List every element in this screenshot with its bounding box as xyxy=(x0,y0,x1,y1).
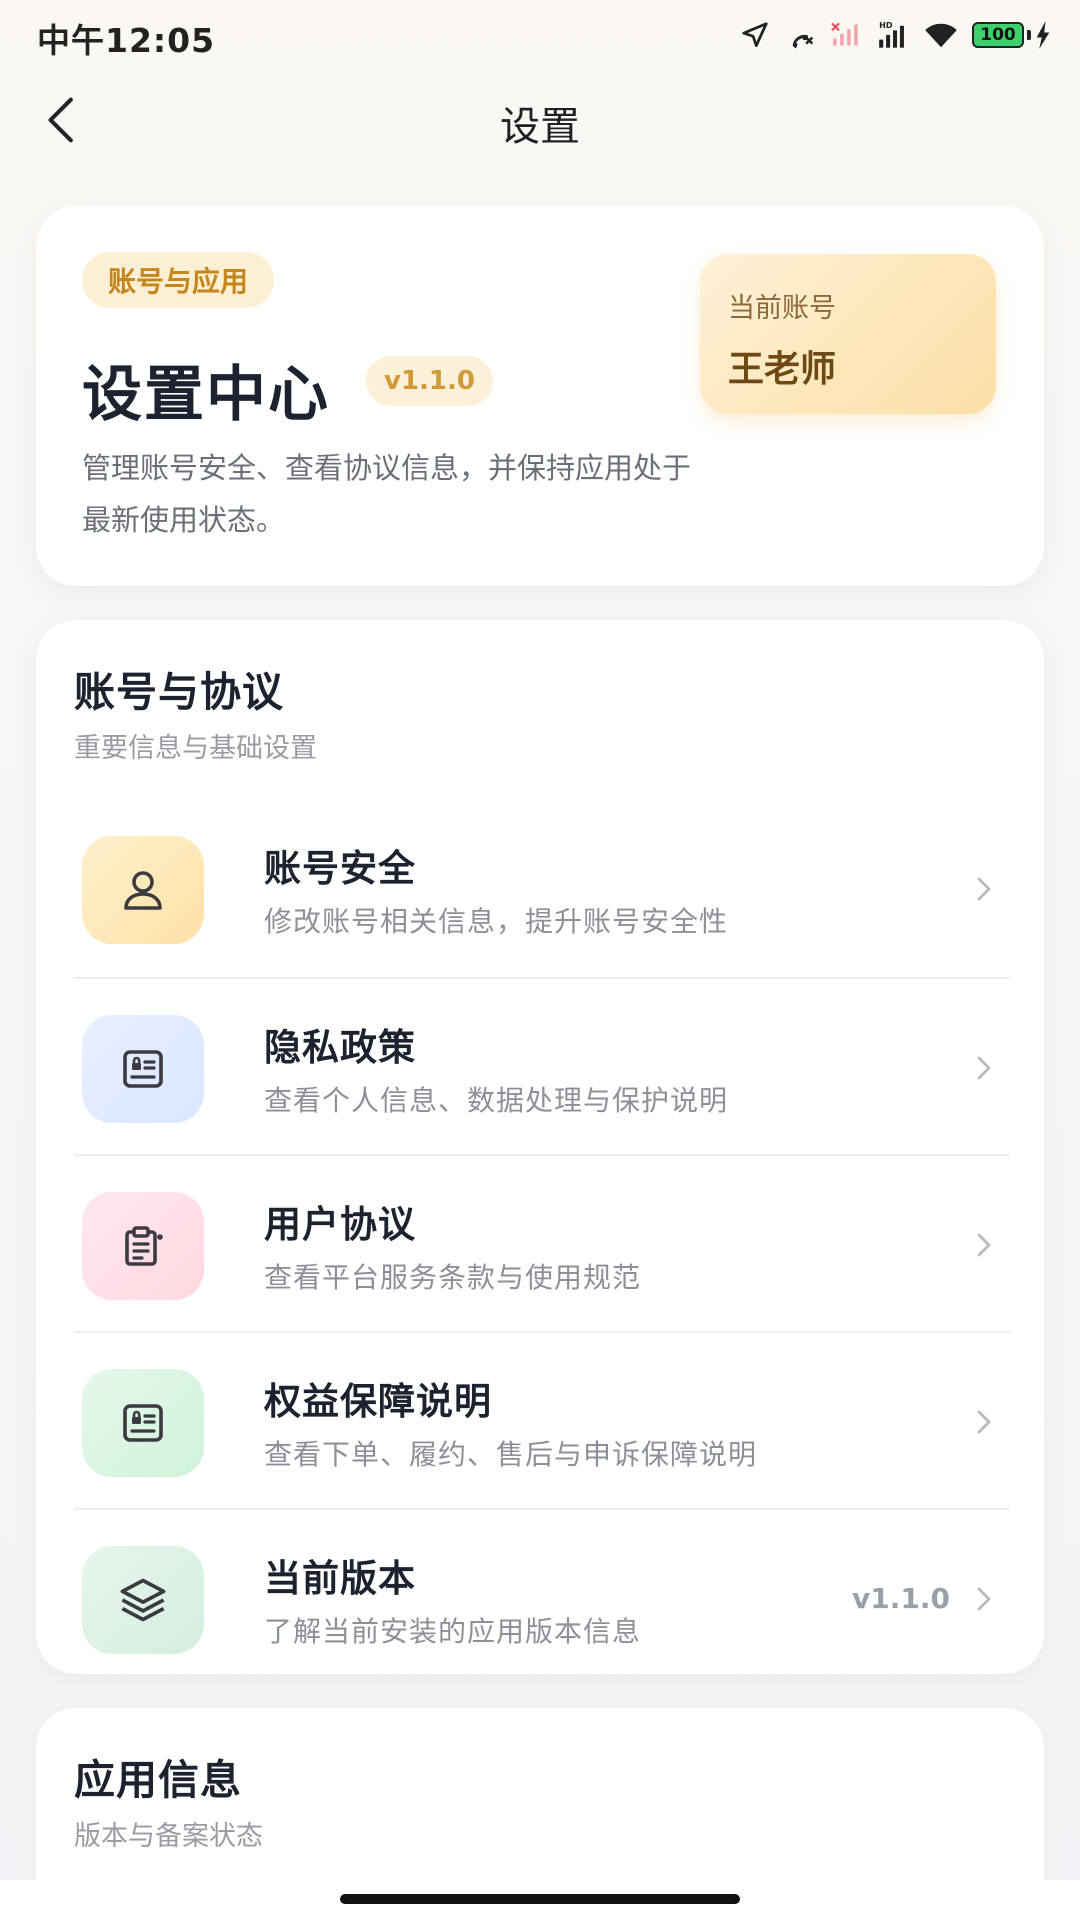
nav-bar: 设置 xyxy=(0,80,1080,168)
chevron-right-icon xyxy=(977,1410,991,1434)
section-subtitle: 重要信息与基础设置 xyxy=(74,733,317,764)
menu-icon-container xyxy=(82,1192,204,1300)
chevron-right-icon xyxy=(977,1056,991,1080)
menu-icon-container xyxy=(82,1546,204,1654)
menu-item-subtitle: 查看个人信息、数据处理与保护说明 xyxy=(264,1084,729,1117)
menu-icon-container xyxy=(82,836,204,944)
menu-item-subtitle: 查看下单、履约、售后与申诉保障说明 xyxy=(264,1438,758,1471)
status-icons: HD 100 xyxy=(740,18,1052,52)
settings-menu-list: 账号安全 修改账号相关信息，提升账号安全性 隐私政策 查看个人信息、数据处理与保… xyxy=(74,800,1010,1685)
status-time: 中午12:05 xyxy=(37,21,216,60)
status-bar: 中午12:05 HD 100 xyxy=(0,0,1080,70)
missed-call-icon xyxy=(792,34,814,49)
menu-item-account-security[interactable]: 账号安全 修改账号相关信息，提升账号安全性 xyxy=(74,800,1010,977)
wifi-icon xyxy=(925,23,957,48)
hero-tag: 账号与应用 xyxy=(82,252,275,308)
battery-cap xyxy=(1027,30,1031,40)
version-badge: v1.1.0 xyxy=(366,356,493,406)
chevron-right-icon xyxy=(977,877,991,901)
version-value: v1.1.0 xyxy=(852,1582,950,1615)
menu-icon-container xyxy=(82,1369,204,1477)
chevron-right-icon xyxy=(977,1587,991,1611)
chevron-right-icon xyxy=(977,1233,991,1257)
menu-item-subtitle: 查看平台服务条款与使用规范 xyxy=(264,1261,642,1294)
section-subtitle: 版本与备案状态 xyxy=(74,1821,263,1852)
svg-text:HD: HD xyxy=(879,21,893,30)
battery-icon: 100 xyxy=(972,21,1052,49)
menu-item-title: 隐私政策 xyxy=(264,1026,416,1069)
section-title: 账号与协议 xyxy=(74,668,284,716)
page-title: 设置 xyxy=(500,104,580,150)
section-title: 应用信息 xyxy=(74,1756,242,1804)
privacy-doc-icon xyxy=(123,1050,163,1088)
shield-doc-icon xyxy=(123,1404,163,1442)
menu-item-title: 用户协议 xyxy=(264,1203,416,1246)
home-indicator[interactable] xyxy=(340,1894,740,1904)
account-agreements-card: 账号与协议 重要信息与基础设置 账号安全 修改账号相关信息，提升账号安全性 隐私… xyxy=(36,620,1044,1674)
battery-level: 100 xyxy=(972,22,1024,48)
menu-item-title: 当前版本 xyxy=(264,1557,416,1600)
clipboard-icon xyxy=(125,1226,163,1266)
menu-icon-container xyxy=(82,1015,204,1123)
current-account-name: 王老师 xyxy=(728,349,837,390)
current-account-label: 当前账号 xyxy=(728,293,836,324)
menu-item-title: 权益保障说明 xyxy=(264,1380,492,1423)
hero-title: 设置中心 xyxy=(82,360,330,430)
menu-item-current-version[interactable]: 当前版本 了解当前安装的应用版本信息 v1.1.0 xyxy=(74,1508,1010,1685)
menu-item-title: 账号安全 xyxy=(264,847,416,890)
layers-icon xyxy=(120,1578,166,1622)
user-icon xyxy=(124,871,162,910)
signal-off-icon xyxy=(831,22,858,46)
menu-item-rights-protection[interactable]: 权益保障说明 查看下单、履约、售后与申诉保障说明 xyxy=(74,1331,1010,1508)
menu-item-user-agreement[interactable]: 用户协议 查看平台服务条款与使用规范 xyxy=(74,1154,1010,1331)
hero-description: 管理账号安全、查看协议信息，并保持应用处于最新使用状态。 xyxy=(82,451,692,537)
menu-item-subtitle: 修改账号相关信息，提升账号安全性 xyxy=(264,905,729,938)
signal-hd-icon: HD xyxy=(879,21,904,48)
menu-item-subtitle: 了解当前安装的应用版本信息 xyxy=(264,1615,642,1648)
charging-icon xyxy=(1036,21,1050,49)
menu-item-privacy-policy[interactable]: 隐私政策 查看个人信息、数据处理与保护说明 xyxy=(74,977,1010,1154)
settings-hero-card: 账号与应用 设置中心 v1.1.0 管理账号安全、查看协议信息，并保持应用处于最… xyxy=(36,206,1044,586)
location-icon xyxy=(742,22,768,47)
current-account-box: 当前账号 王老师 xyxy=(700,254,996,414)
